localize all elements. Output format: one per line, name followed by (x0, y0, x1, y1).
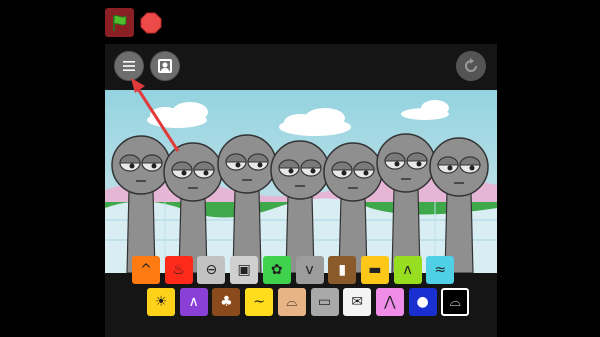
gallery-button[interactable] (150, 51, 180, 81)
menu-button[interactable] (114, 51, 144, 81)
tree-icon[interactable]: ♣ (212, 288, 241, 316)
gray-horns-icon[interactable]: v (295, 256, 324, 284)
robot-head-icon[interactable]: ▣ (230, 256, 259, 284)
purple-ears-icon[interactable]: ∧ (179, 288, 208, 316)
gray-drum-icon[interactable]: ⊖ (197, 256, 226, 284)
green-spikes-icon[interactable]: ʌ (393, 256, 422, 284)
cyan-splash-icon[interactable]: ≈ (426, 256, 455, 284)
stop-button[interactable] (138, 10, 163, 35)
brown-box-icon[interactable]: ▮ (328, 256, 357, 284)
pink-flower-icon[interactable]: ✿ (262, 256, 291, 284)
game-stage: ^ ♨ ⊖ ▣ ✿ v ▮ ▬ ʌ ≈ ☀ ∧ ♣ ~ ⌓ ▭ ✉ ⋀ ● ⌓ (105, 44, 497, 337)
portrait-icon (158, 59, 172, 73)
pink-bunny-icon[interactable]: ⋀ (375, 288, 404, 316)
sunglasses-icon[interactable]: ▬ (360, 256, 389, 284)
blue-hood-icon[interactable]: ● (408, 288, 437, 316)
red-flame-icon[interactable]: ♨ (164, 256, 193, 284)
envelope-icon[interactable]: ✉ (343, 288, 372, 316)
hamburger-menu-icon (123, 61, 135, 71)
scene-panel (105, 90, 497, 273)
brown-hat-icon[interactable]: ⌓ (277, 288, 306, 316)
sun-icon[interactable]: ☀ (147, 288, 175, 316)
sound-palette: ^ ♨ ⊖ ▣ ✿ v ▮ ▬ ʌ ≈ ☀ ∧ ♣ ~ ⌓ ▭ ✉ ⋀ ● ⌓ (105, 256, 497, 337)
reset-button[interactable] (456, 51, 486, 81)
black-hat-icon[interactable]: ⌓ (441, 288, 470, 316)
green-flag-icon (112, 14, 126, 31)
green-flag-button[interactable] (105, 8, 134, 37)
orange-spiky-icon[interactable]: ^ (132, 256, 160, 284)
yellow-curls-icon[interactable]: ~ (245, 288, 274, 316)
stop-sign-icon (140, 12, 161, 33)
computer-monitor-icon[interactable]: ▭ (310, 288, 339, 316)
reset-icon (465, 58, 477, 72)
